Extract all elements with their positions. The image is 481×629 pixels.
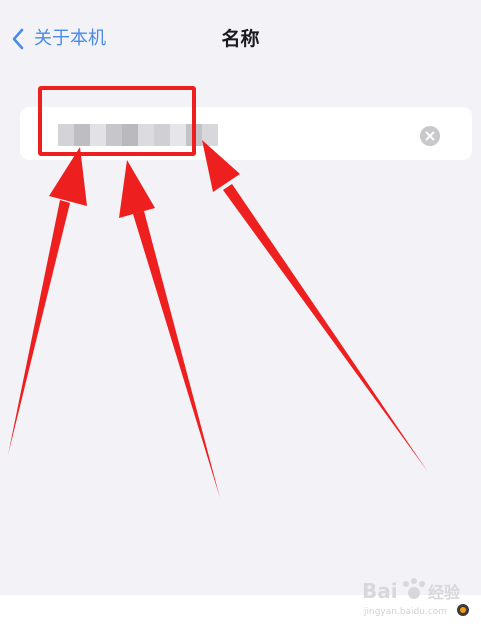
- clear-button[interactable]: [420, 126, 440, 146]
- blurred-device-name: [58, 124, 218, 146]
- clear-circle-icon: [425, 131, 435, 141]
- annotation-arrow-right: [202, 140, 428, 472]
- name-input[interactable]: [20, 107, 472, 160]
- annotation-arrows: [8, 140, 428, 498]
- page-title: 名称: [221, 28, 260, 50]
- bottom-strip: [0, 595, 481, 629]
- annotation-arrow-middle: [119, 160, 220, 498]
- navigation-bar: 关于本机 名称: [0, 0, 481, 78]
- annotation-arrow-left: [8, 147, 87, 455]
